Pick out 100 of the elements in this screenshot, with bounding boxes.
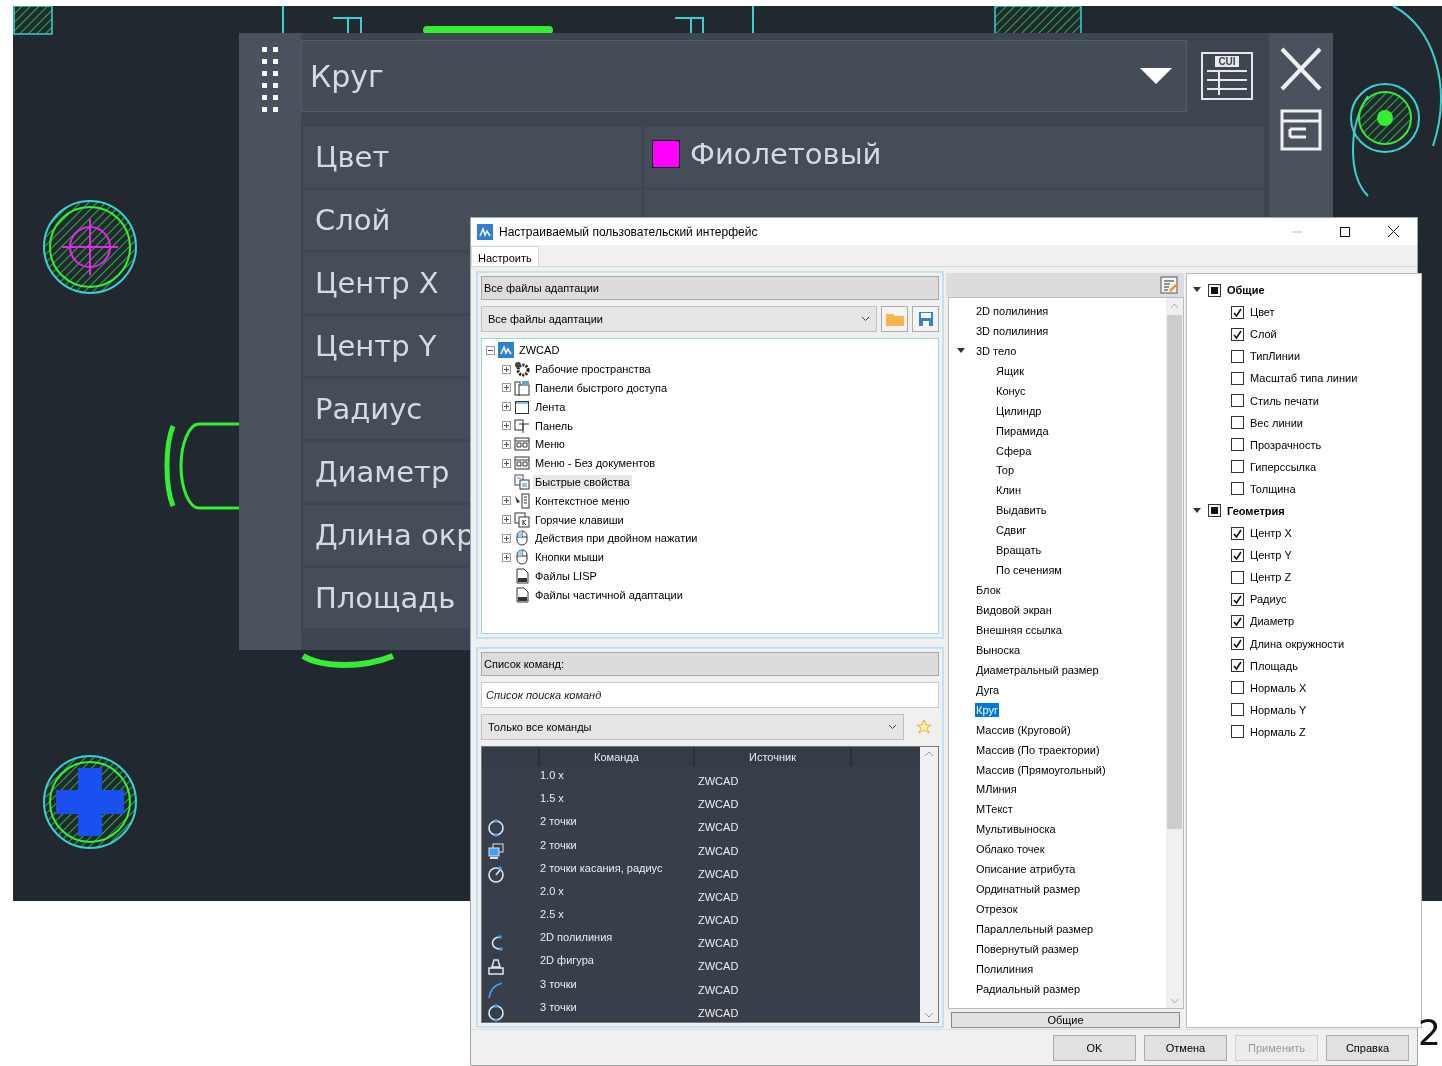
list-item[interactable]: Повернутый размер (975, 941, 1080, 956)
list-item[interactable]: Сдвиг (995, 523, 1028, 538)
command-source: ZWCAD (697, 959, 740, 975)
general-button[interactable]: Общие (951, 1012, 1180, 1028)
command-name: 3 точки (540, 976, 578, 992)
tab[interactable]: Настроить (471, 246, 539, 266)
command-name: 2.0 x (540, 883, 565, 899)
list-item[interactable]: Облако точек (975, 842, 1046, 857)
checkbox-label: Площадь (1250, 659, 1298, 672)
command-name: 1.0 x (540, 767, 565, 783)
column-header[interactable]: Источник (695, 746, 852, 767)
command-name: 2.5 x (540, 907, 565, 923)
dialog-button[interactable]: Справка (1326, 1034, 1409, 1061)
list-item[interactable]: МЛиния (975, 782, 1018, 797)
checkbox-label: ТипЛинии (1250, 350, 1301, 363)
list-item[interactable]: Массив (Круговой) (975, 722, 1072, 737)
list-item[interactable]: Ординатный размер (975, 882, 1082, 897)
list-item[interactable]: МТекст (975, 802, 1014, 817)
list-item[interactable]: Ящик (995, 363, 1025, 378)
list-item[interactable]: Выноска (975, 642, 1022, 657)
checkbox-label: Центр Z (1250, 571, 1292, 584)
command-name: 2 точки касания, радиус (540, 860, 664, 876)
checkbox-label: Длина окружности (1250, 637, 1345, 650)
checkbox-label: Цвет (1250, 306, 1275, 319)
section-header: Все файлы адаптации (481, 276, 939, 300)
dialog-button[interactable]: Отмена (1144, 1034, 1227, 1061)
command-source: ZWCAD (697, 913, 740, 929)
list-item[interactable]: Цилиндр (995, 403, 1043, 418)
list-item[interactable]: Видовой экран (975, 603, 1053, 618)
command-name: 2D фигура (540, 953, 595, 969)
property-value-cell[interactable]: Фиолетовый (644, 127, 1264, 190)
checkbox-label: Нормаль Y (1250, 703, 1307, 716)
list-item[interactable]: Массив (Прямоугольный) (975, 762, 1107, 777)
list-item[interactable]: Выдавить (995, 503, 1048, 518)
list-item[interactable]: Параллельный размер (975, 922, 1095, 937)
checkbox-label: Вес линии (1250, 416, 1303, 429)
list-item[interactable]: Массив (По траектории) (975, 742, 1101, 757)
tree-item[interactable]: ZWCAD (517, 343, 562, 358)
list-item[interactable]: Конус (995, 383, 1027, 398)
checkbox-label: Центр X (1250, 527, 1292, 540)
tree-item[interactable]: Файлы LISP (533, 568, 599, 583)
list-item[interactable]: Пирамида (995, 423, 1050, 438)
list-item[interactable]: Полилиния (975, 961, 1035, 976)
object-type-dropdown[interactable]: Круг (301, 40, 1187, 112)
checkbox-label: Гиперссылка (1250, 460, 1317, 473)
customize-button[interactable]: CUI (1201, 52, 1253, 100)
tree-item[interactable]: Контекстное меню (533, 493, 632, 508)
command-source: ZWCAD (697, 797, 740, 813)
checkbox-label: Слой (1250, 328, 1277, 341)
command-source: ZWCAD (697, 866, 740, 882)
tree-item[interactable]: Быстрые свойства (533, 474, 632, 489)
list-item[interactable]: Радиальный размер (975, 981, 1082, 996)
command-name: 2D полилиния (540, 930, 614, 946)
command-source: ZWCAD (697, 1005, 740, 1021)
command-source: ZWCAD (697, 820, 740, 836)
checkbox-label: Нормаль Z (1250, 725, 1306, 738)
tree-item[interactable]: Кнопки мыши (533, 550, 606, 565)
list-item[interactable]: Тор (995, 463, 1016, 478)
list-item[interactable]: 3D полилиния (975, 323, 1050, 338)
list-item[interactable]: Диаметральный размер (975, 662, 1100, 677)
list-item[interactable]: По сечениям (995, 563, 1063, 578)
command-name: 2 точки (540, 814, 578, 830)
command-name: 1.5 x (540, 791, 565, 807)
list-item[interactable]: Круг (975, 702, 999, 717)
tree-item[interactable]: Панель (533, 418, 575, 433)
list-item[interactable]: Вращать (995, 543, 1043, 558)
dialog-button[interactable]: OK (1053, 1034, 1136, 1061)
command-source: ZWCAD (697, 773, 740, 789)
command-source: ZWCAD (697, 936, 740, 952)
file-dropdown[interactable]: Все файлы адаптации (481, 306, 877, 332)
tree-item[interactable]: Лента (533, 399, 568, 414)
list-item[interactable]: Блок (975, 583, 1002, 598)
list-item[interactable]: Отрезок (975, 902, 1019, 917)
list-item[interactable]: Дуга (975, 682, 1001, 697)
command-source: ZWCAD (697, 843, 740, 859)
section-header: Список команд: (481, 651, 939, 676)
column-header[interactable]: Команда (540, 746, 695, 767)
tree-item[interactable]: Горячие клавиши (533, 512, 626, 527)
list-item[interactable]: Сфера (995, 443, 1033, 458)
command-source: ZWCAD (697, 982, 740, 998)
list-item[interactable]: Описание атрибута (975, 862, 1077, 877)
list-item[interactable]: 2D полилиния (975, 303, 1050, 318)
search-field[interactable]: Список поиска команд (481, 681, 939, 708)
checkbox-label: Центр Y (1250, 549, 1292, 562)
checkbox-label: Радиус (1250, 593, 1287, 606)
group-label: Общие (1227, 284, 1265, 297)
group-label: Геометрия (1227, 505, 1285, 517)
list-item[interactable]: 3D тело (975, 343, 1018, 358)
checkbox-label: Нормаль X (1250, 681, 1307, 694)
filter-dropdown[interactable]: Только все команды (481, 713, 904, 740)
property-value: Фиолетовый (690, 137, 882, 171)
command-name: 3 точки (540, 999, 578, 1015)
list-item[interactable]: Клин (995, 483, 1023, 498)
page-number: 2 (1418, 1012, 1441, 1053)
checkbox-label: Прозрачность (1250, 438, 1322, 451)
list-item[interactable]: Внешняя ссылка (975, 622, 1063, 637)
checkbox-label: Масштаб типа линии (1250, 372, 1358, 385)
command-name: 2 точки (540, 837, 578, 853)
checkbox-label: Диаметр (1250, 615, 1295, 628)
list-item[interactable]: Мультивыноска (975, 822, 1057, 837)
